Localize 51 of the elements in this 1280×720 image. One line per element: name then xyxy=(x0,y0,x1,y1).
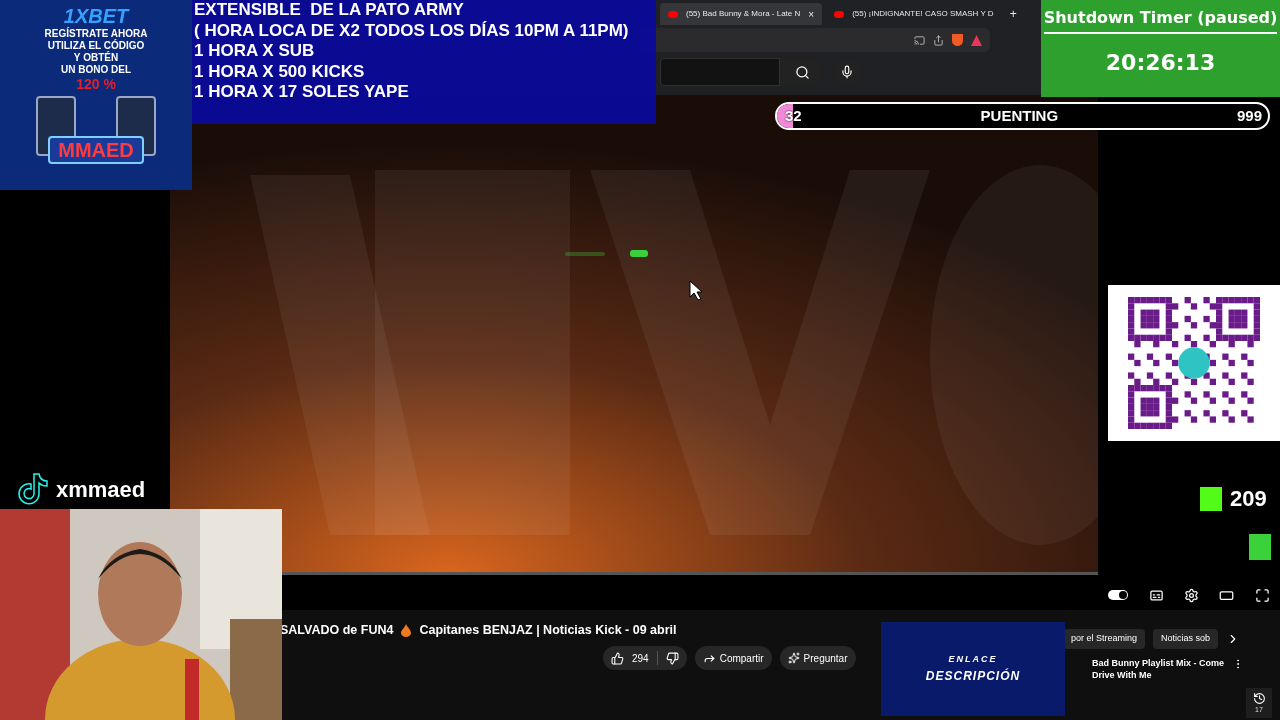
like-icon[interactable] xyxy=(611,651,624,665)
ad-text: REGÍSTRATE AHORA xyxy=(44,28,148,39)
ad-text: UN BONO DEL xyxy=(61,64,131,76)
triangle-icon[interactable] xyxy=(971,34,982,46)
search-field[interactable] xyxy=(660,58,780,86)
timer-title: Shutdown Timer (paused) xyxy=(1043,6,1278,34)
like-count: 294 xyxy=(632,651,649,666)
tiktok-handle: xmmaed xyxy=(56,475,146,504)
share-button[interactable]: Compartir xyxy=(694,646,772,670)
promo-text: DESCRIPCIÓN xyxy=(925,667,1021,685)
ask-button[interactable]: Preguntar xyxy=(779,646,856,670)
tab-title: (55) Bad Bunny & Mora - Late N xyxy=(686,8,801,20)
tiktok-icon xyxy=(16,472,48,506)
announcement-line: 1 HORA X SUB xyxy=(194,41,316,62)
ad-text: UTILIZA EL CÓDIGO xyxy=(47,40,145,51)
browser-tab[interactable]: (55) ¡INDIGNANTE! CASO SMASH Y D xyxy=(826,3,1002,25)
announcement-line: EXTENSIBLE DE LA PATO ARMY xyxy=(194,0,465,21)
filter-chip[interactable]: Noticias sob xyxy=(1153,629,1219,649)
search-icon xyxy=(794,64,810,80)
dislike-icon[interactable] xyxy=(665,651,679,665)
ad-bonus: 120 % xyxy=(76,76,116,92)
subtitles-icon[interactable] xyxy=(1148,587,1164,603)
settings-icon[interactable] xyxy=(1183,587,1199,603)
ad-brand: 1XBET xyxy=(63,4,129,27)
share-icon[interactable] xyxy=(933,34,944,46)
video-title: SALVADO de FUN4 xyxy=(280,622,394,639)
microphone-icon xyxy=(840,65,854,79)
shield-icon[interactable] xyxy=(952,34,963,46)
ad-code: MMAED xyxy=(48,136,144,164)
new-tab-button[interactable]: + xyxy=(1009,5,1017,23)
youtube-icon xyxy=(668,10,678,18)
fullscreen-icon[interactable] xyxy=(1254,587,1270,603)
youtube-icon xyxy=(834,10,845,18)
filter-chip[interactable]: por el Streaming xyxy=(1063,629,1146,649)
goal-target: 999 xyxy=(1236,105,1262,126)
announcement-line: ( HORA LOCA DE X2 TODOS LOS DÍAS 10PM A 11PM) xyxy=(194,20,630,41)
recommended-video-title[interactable]: Bad Bunny Playlist Mix - Come Drive With Me xyxy=(1092,657,1227,681)
tab-title: (55) ¡INDIGNANTE! CASO SMASH Y D xyxy=(852,8,994,20)
sparkle-icon xyxy=(787,652,800,664)
announcement-line: 1 HORA X 500 KICKS xyxy=(194,61,366,82)
ad-text: Y OBTÉN xyxy=(73,52,119,64)
browser-tab[interactable]: (55) Bad Bunny & Mora - Late N × xyxy=(660,3,823,25)
history-icon xyxy=(1252,692,1266,705)
fire-icon xyxy=(401,623,412,637)
timer-value: 20:26:13 xyxy=(1105,49,1216,77)
autoplay-toggle[interactable] xyxy=(1108,590,1129,600)
kick-count: 209 xyxy=(1230,485,1267,513)
close-tab-button[interactable]: × xyxy=(808,6,815,22)
promo-text: ENLACE xyxy=(948,653,998,667)
cast-icon[interactable] xyxy=(914,34,925,46)
video-title: Capitanes BENJAZ | Noticias Kick - 09 abril xyxy=(419,622,677,639)
